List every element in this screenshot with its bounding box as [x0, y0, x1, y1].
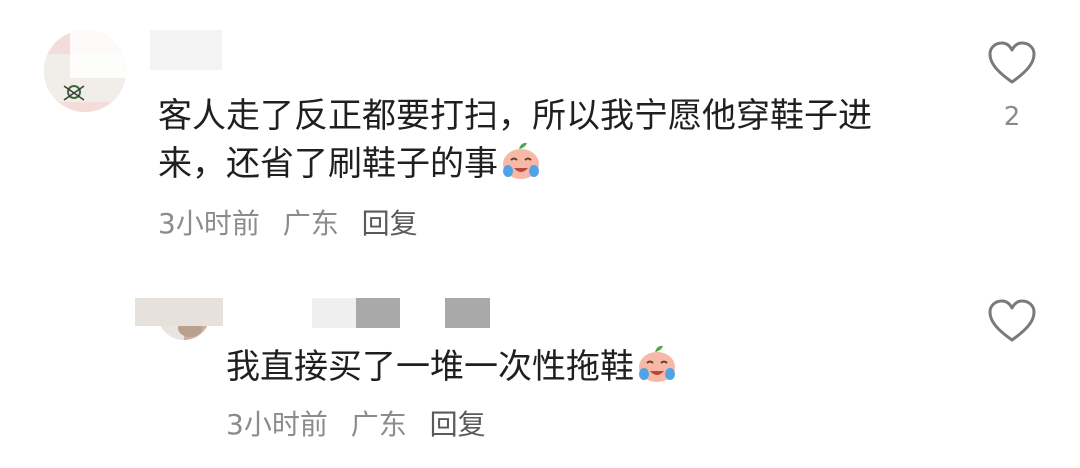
- location: 广东: [282, 207, 339, 240]
- crying-laughing-peach-emoji: [636, 344, 678, 384]
- username-redacted[interactable]: [135, 298, 223, 326]
- comment-meta: 3小时前 广东 回复: [226, 408, 486, 442]
- heart-outline-icon[interactable]: [987, 298, 1037, 348]
- like-button[interactable]: [986, 298, 1038, 348]
- timestamp: 3小时前: [226, 408, 328, 441]
- location: 广东: [350, 408, 407, 441]
- avatar[interactable]: [44, 30, 126, 112]
- crying-laughing-peach-emoji: [500, 141, 542, 181]
- reply-button[interactable]: 回复: [362, 207, 418, 241]
- like-count: 2: [1003, 102, 1021, 132]
- comment-text: 客人走了反正都要打扫，所以我宁愿他穿鞋子进来，还省了刷鞋子的事: [158, 96, 872, 184]
- like-button[interactable]: 2: [986, 40, 1038, 132]
- comment-text: 我直接买了一堆一次性拖鞋: [226, 343, 926, 391]
- reply-to-username-redacted[interactable]: [312, 298, 400, 328]
- reply-to-username-redacted-2[interactable]: [445, 298, 490, 328]
- reply-button[interactable]: 回复: [430, 408, 486, 442]
- heart-outline-icon[interactable]: [987, 40, 1037, 90]
- username-redacted[interactable]: [150, 30, 222, 70]
- timestamp: 3小时前: [158, 207, 260, 240]
- comment-meta: 3小时前 广东 回复: [158, 207, 418, 241]
